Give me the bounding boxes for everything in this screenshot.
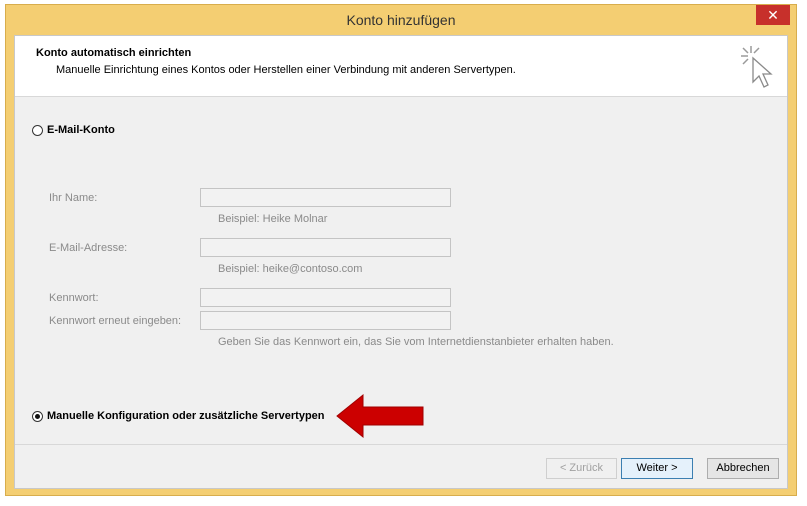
close-button[interactable]: ✕ <box>756 5 790 25</box>
name-input[interactable] <box>200 188 451 207</box>
red-arrow-icon <box>336 393 424 439</box>
wizard-header: Konto automatisch einrichten Manuelle Ei… <box>15 36 787 97</box>
manual-config-option[interactable]: Manuelle Konfiguration oder zusätzliche … <box>32 410 325 422</box>
password-input[interactable] <box>200 288 451 307</box>
window-title: Konto hinzufügen <box>346 12 456 28</box>
email-account-radio[interactable] <box>32 124 43 136</box>
close-icon: ✕ <box>767 7 779 23</box>
name-hint: Beispiel: Heike Molnar <box>218 213 328 225</box>
dialog-client-area: Konto automatisch einrichten Manuelle Ei… <box>14 35 788 489</box>
back-button[interactable]: < Zurück <box>546 458 617 479</box>
email-account-label: E-Mail-Konto <box>47 124 115 136</box>
header-title: Konto automatisch einrichten <box>36 47 192 59</box>
dialog-window: Konto hinzufügen ✕ Konto automatisch ein… <box>5 4 797 496</box>
footer-divider <box>15 444 787 445</box>
wizard-cursor-icon <box>741 46 773 88</box>
email-account-option[interactable]: E-Mail-Konto <box>32 124 115 136</box>
manual-config-label: Manuelle Konfiguration oder zusätzliche … <box>47 410 325 422</box>
name-label: Ihr Name: <box>49 192 98 204</box>
email-hint: Beispiel: heike@contoso.com <box>218 263 363 275</box>
manual-config-radio[interactable] <box>32 410 43 422</box>
header-subtitle: Manuelle Einrichtung eines Kontos oder H… <box>56 64 516 76</box>
password-repeat-input[interactable] <box>200 311 451 330</box>
title-bar[interactable]: Konto hinzufügen ✕ <box>6 5 796 35</box>
password-label: Kennwort: <box>49 292 99 304</box>
email-label: E-Mail-Adresse: <box>49 242 128 254</box>
password-hint: Geben Sie das Kennwort ein, das Sie vom … <box>218 336 614 348</box>
cancel-button[interactable]: Abbrechen <box>707 458 779 479</box>
password-repeat-label: Kennwort erneut eingeben: <box>49 315 182 327</box>
next-button[interactable]: Weiter > <box>621 458 693 479</box>
email-input[interactable] <box>200 238 451 257</box>
